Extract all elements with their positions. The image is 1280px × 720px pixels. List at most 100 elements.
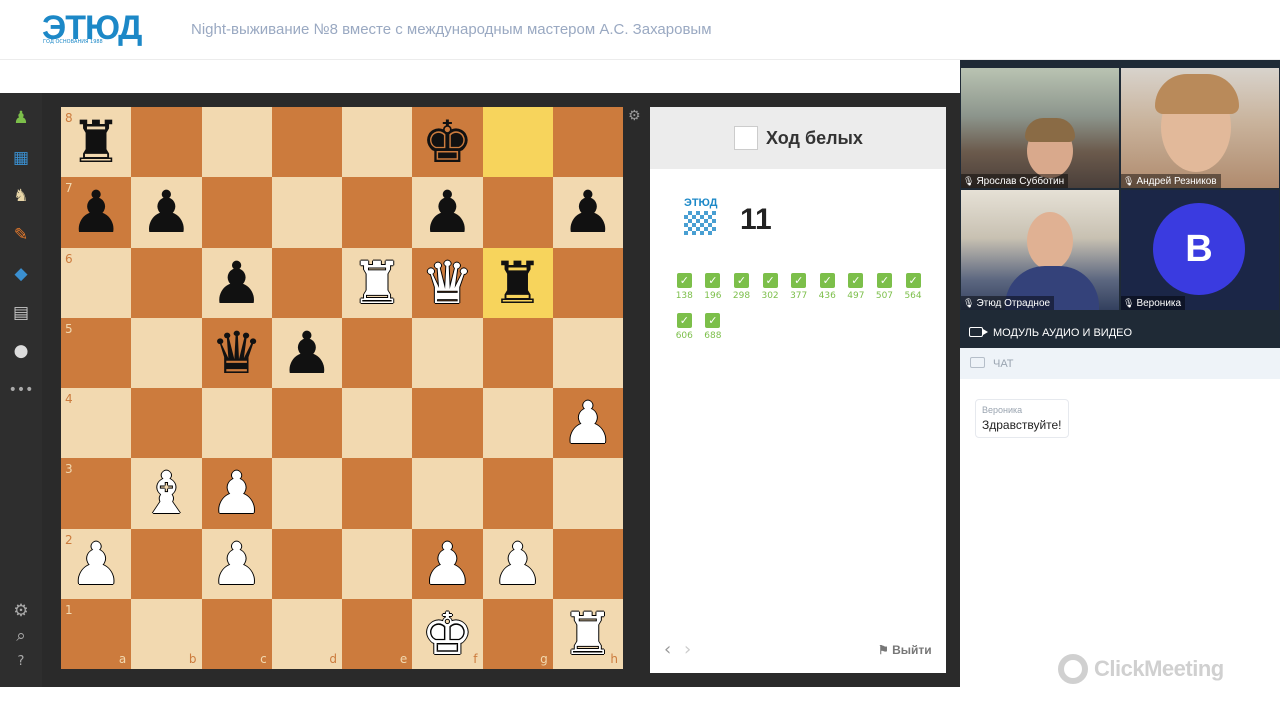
solved-task-item[interactable]: ✓ 507	[870, 273, 899, 313]
square-a3[interactable]: 3	[61, 458, 132, 529]
square-b5[interactable]	[131, 317, 202, 388]
square-g1[interactable]: g	[482, 598, 553, 669]
square-e5[interactable]	[342, 317, 413, 388]
square-h3[interactable]	[552, 458, 623, 529]
help-icon[interactable]: ?	[11, 652, 31, 672]
square-d5[interactable]: ♟	[271, 317, 342, 388]
square-a2[interactable]: 2 ♟	[61, 528, 132, 599]
search-icon[interactable]: ⌕	[11, 626, 31, 646]
square-h5[interactable]	[552, 317, 623, 388]
square-b8[interactable]	[131, 107, 202, 178]
square-a4[interactable]: 4	[61, 388, 132, 459]
square-g4[interactable]	[482, 388, 553, 459]
chess-piece[interactable]: ♟	[70, 183, 122, 241]
puzzle-icon[interactable]: ▦	[11, 148, 31, 168]
square-e6[interactable]: ♜	[342, 247, 413, 318]
square-g3[interactable]	[482, 458, 553, 529]
chess-piece[interactable]: ♜	[351, 254, 403, 312]
square-e1[interactable]: e	[342, 598, 413, 669]
square-b4[interactable]	[131, 388, 202, 459]
more-icon[interactable]: •••	[9, 380, 34, 400]
square-e4[interactable]	[342, 388, 413, 459]
chess-piece[interactable]: ♟	[211, 535, 263, 593]
chess-piece[interactable]: ♚	[421, 113, 473, 171]
knight-icon[interactable]: ♞	[11, 186, 31, 206]
square-c3[interactable]: ♟	[201, 458, 272, 529]
chess-piece[interactable]: ♟	[492, 535, 544, 593]
chess-piece[interactable]: ♟	[562, 394, 614, 452]
video-tile[interactable]: 🎙 Ярослав Субботин	[961, 68, 1119, 188]
square-h7[interactable]: ♟	[552, 177, 623, 248]
square-c1[interactable]: c	[201, 598, 272, 669]
square-f7[interactable]: ♟	[412, 177, 483, 248]
solved-task-item[interactable]: ✓ 138	[670, 273, 699, 313]
video-tile[interactable]: В 🎙 Вероника	[1121, 190, 1279, 310]
square-d3[interactable]	[271, 458, 342, 529]
square-h2[interactable]	[552, 528, 623, 599]
square-g6[interactable]: ♜	[482, 247, 553, 318]
video-tile[interactable]: 🎙 Андрей Резников	[1121, 68, 1279, 188]
graduation-cap-icon[interactable]: ◆	[11, 264, 31, 284]
square-d7[interactable]	[271, 177, 342, 248]
next-task-button[interactable]: ›	[684, 639, 691, 660]
square-h4[interactable]: ♟	[552, 388, 623, 459]
square-d4[interactable]	[271, 388, 342, 459]
square-g5[interactable]	[482, 317, 553, 388]
chess-piece[interactable]: ♛	[211, 324, 263, 382]
solved-task-item[interactable]: ✓ 606	[670, 313, 699, 353]
square-e3[interactable]	[342, 458, 413, 529]
square-b1[interactable]: b	[131, 598, 202, 669]
square-c7[interactable]	[201, 177, 272, 248]
square-c2[interactable]: ♟	[201, 528, 272, 599]
solved-task-item[interactable]: ✓ 196	[699, 273, 728, 313]
chess-piece[interactable]: ♜	[70, 113, 122, 171]
square-a5[interactable]: 5	[61, 317, 132, 388]
square-c8[interactable]	[201, 107, 272, 178]
solved-task-item[interactable]: ✓ 377	[784, 273, 813, 313]
board-settings-icon[interactable]: ⚙	[628, 108, 641, 124]
chat-bubbles-icon[interactable]: ●	[11, 341, 31, 361]
square-g2[interactable]: ♟	[482, 528, 553, 599]
solved-task-item[interactable]: ✓ 688	[699, 313, 728, 353]
chess-piece[interactable]: ♟	[281, 324, 333, 382]
solved-task-item[interactable]: ✓ 302	[756, 273, 785, 313]
square-g8[interactable]	[482, 107, 553, 178]
chess-piece[interactable]: ♟	[421, 535, 473, 593]
square-e2[interactable]	[342, 528, 413, 599]
chess-piece[interactable]: ♟	[421, 183, 473, 241]
square-f6[interactable]: ♛	[412, 247, 483, 318]
square-a1[interactable]: 1a	[61, 598, 132, 669]
chess-board[interactable]: 8 ♜ ♚ 7 ♟ ♟ ♟ ♟ 6 ♟ ♜ ♛ ♜ 5 ♛ ♟ 4 ♟ 3 ♝ ♟ 2 ♟ ♟ ♟ ♟ 1 a b c d e f ♚ g h ♜	[61, 107, 623, 669]
chat-header[interactable]: ЧАТ	[960, 348, 1280, 379]
chess-piece[interactable]: ♜	[492, 254, 544, 312]
square-h1[interactable]: h ♜	[552, 598, 623, 669]
square-f3[interactable]	[412, 458, 483, 529]
square-b3[interactable]: ♝	[131, 458, 202, 529]
square-f4[interactable]	[412, 388, 483, 459]
square-c5[interactable]: ♛	[201, 317, 272, 388]
square-b6[interactable]	[131, 247, 202, 318]
square-d1[interactable]: d	[271, 598, 342, 669]
square-e7[interactable]	[342, 177, 413, 248]
square-f2[interactable]: ♟	[412, 528, 483, 599]
square-b2[interactable]	[131, 528, 202, 599]
chess-piece[interactable]: ♟	[211, 464, 263, 522]
square-h6[interactable]	[552, 247, 623, 318]
solved-task-item[interactable]: ✓ 298	[727, 273, 756, 313]
av-module-bar[interactable]: МОДУЛЬ АУДИО И ВИДЕО	[960, 318, 1280, 348]
square-a6[interactable]: 6	[61, 247, 132, 318]
chess-piece[interactable]: ♟	[562, 183, 614, 241]
square-h8[interactable]	[552, 107, 623, 178]
square-c4[interactable]	[201, 388, 272, 459]
square-c6[interactable]: ♟	[201, 247, 272, 318]
chess-piece[interactable]: ♟	[70, 535, 122, 593]
chess-piece[interactable]: ♟	[140, 183, 192, 241]
square-f8[interactable]: ♚	[412, 107, 483, 178]
square-g7[interactable]	[482, 177, 553, 248]
square-d8[interactable]	[271, 107, 342, 178]
square-d6[interactable]	[271, 247, 342, 318]
calendar-icon[interactable]: ▤	[11, 303, 31, 323]
chess-piece[interactable]: ♛	[421, 254, 473, 312]
square-f5[interactable]	[412, 317, 483, 388]
prev-task-button[interactable]: ‹	[664, 639, 671, 660]
